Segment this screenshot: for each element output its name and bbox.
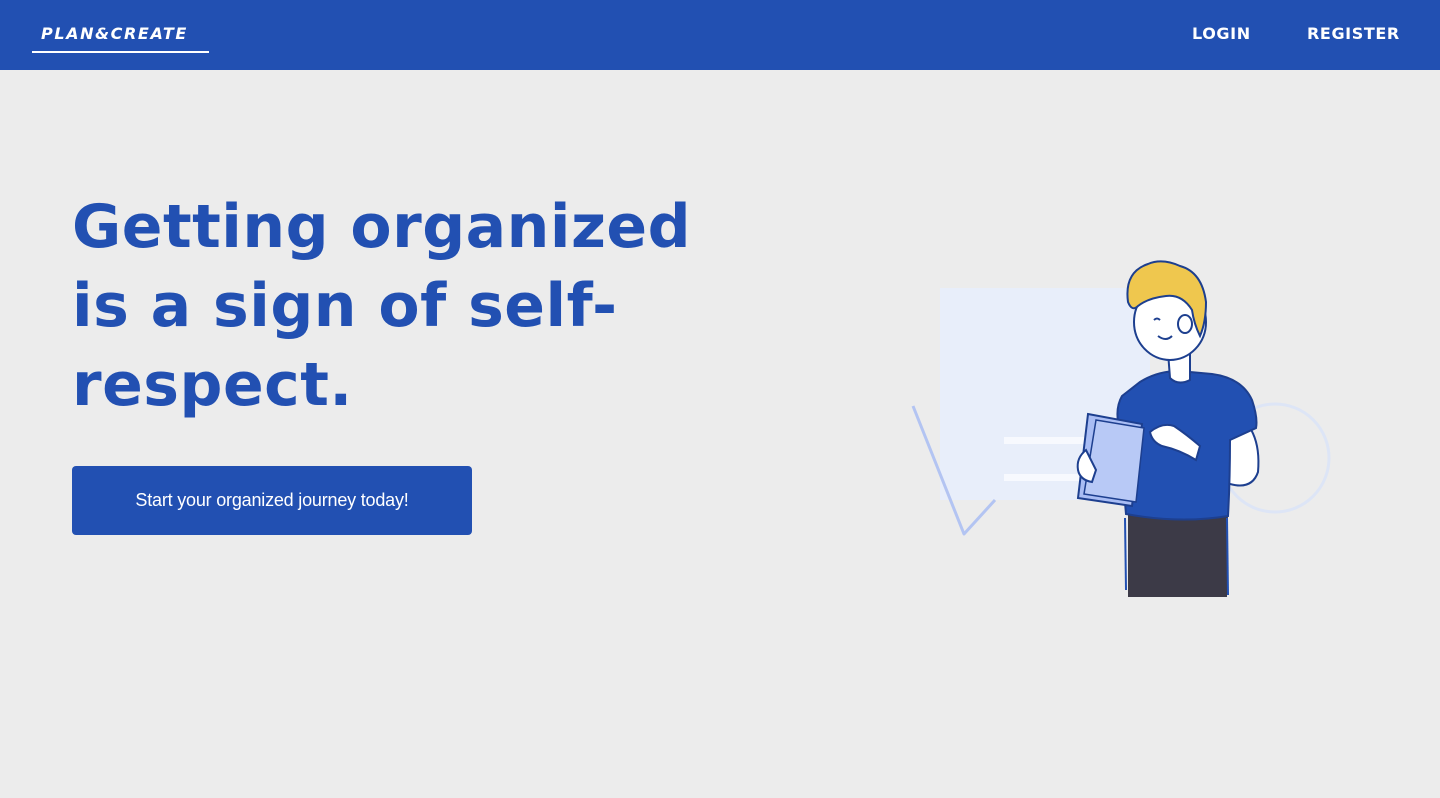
start-journey-button[interactable]: Start your organized journey today! <box>72 466 472 535</box>
hero-headline: Getting organized is a sign of self-resp… <box>72 192 692 420</box>
person-with-clipboard-illustration <box>911 260 1331 597</box>
illustration-pants <box>1128 512 1228 597</box>
nav-register-link[interactable]: REGISTER <box>1307 24 1400 43</box>
brand-logo-text: PLAN&CREATE <box>41 24 188 43</box>
nav-login-link[interactable]: LOGIN <box>1192 24 1251 43</box>
brand-logo-link[interactable]: PLAN&CREATE <box>32 20 209 53</box>
top-navbar: PLAN&CREATE LOGIN REGISTER <box>0 0 1440 70</box>
